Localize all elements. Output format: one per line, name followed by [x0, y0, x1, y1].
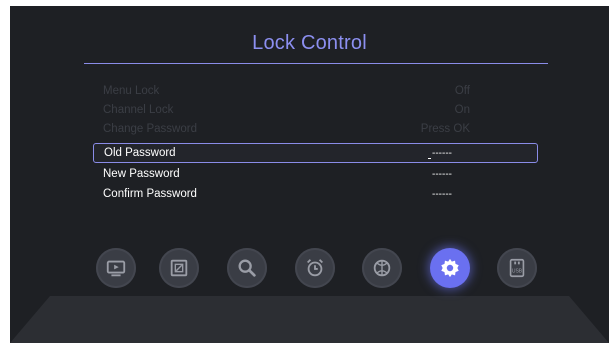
settings-gear-icon[interactable]	[430, 248, 470, 288]
menu-item-channel-lock[interactable]: Channel Lock On	[93, 102, 537, 120]
menu-item-value: On	[454, 104, 470, 116]
tv-screen: Lock Control Menu Lock Off Channel Lock …	[10, 6, 609, 343]
new-password-field[interactable]: New Password ------	[93, 166, 537, 184]
title-divider	[84, 63, 548, 64]
menu-item-label: Old Password	[104, 147, 176, 159]
menu-item-label: New Password	[103, 168, 180, 180]
usb-label: USB	[512, 269, 523, 275]
page-title: Lock Control	[252, 32, 367, 54]
menu-item-menu-lock[interactable]: Menu Lock Off	[93, 83, 537, 101]
password-mask: ------	[432, 169, 452, 180]
menu-item-label: Change Password	[103, 123, 197, 135]
floor-shading	[10, 296, 609, 343]
old-password-field[interactable]: Old Password ------	[93, 143, 538, 163]
password-mask: ------	[432, 189, 452, 200]
menu-item-label: Channel Lock	[103, 104, 174, 116]
menu-item-value: Press OK	[420, 123, 470, 135]
search-icon[interactable]	[227, 248, 267, 288]
confirm-password-field[interactable]: Confirm Password ------	[93, 186, 537, 204]
picture-icon[interactable]	[159, 248, 199, 288]
text-cursor	[428, 158, 431, 159]
menu-item-label: Confirm Password	[103, 188, 197, 200]
alarm-clock-icon[interactable]	[295, 248, 335, 288]
menu-item-label: Menu Lock	[103, 85, 160, 97]
ball-icon[interactable]	[362, 248, 402, 288]
menu-item-change-password[interactable]: Change Password Press OK	[93, 121, 537, 139]
usb-icon[interactable]: USB	[497, 248, 537, 288]
main-menu-bar: USB	[96, 248, 556, 294]
media-player-icon[interactable]	[96, 248, 136, 288]
menu-item-value: Off	[454, 85, 470, 97]
password-mask: ------	[432, 148, 452, 159]
